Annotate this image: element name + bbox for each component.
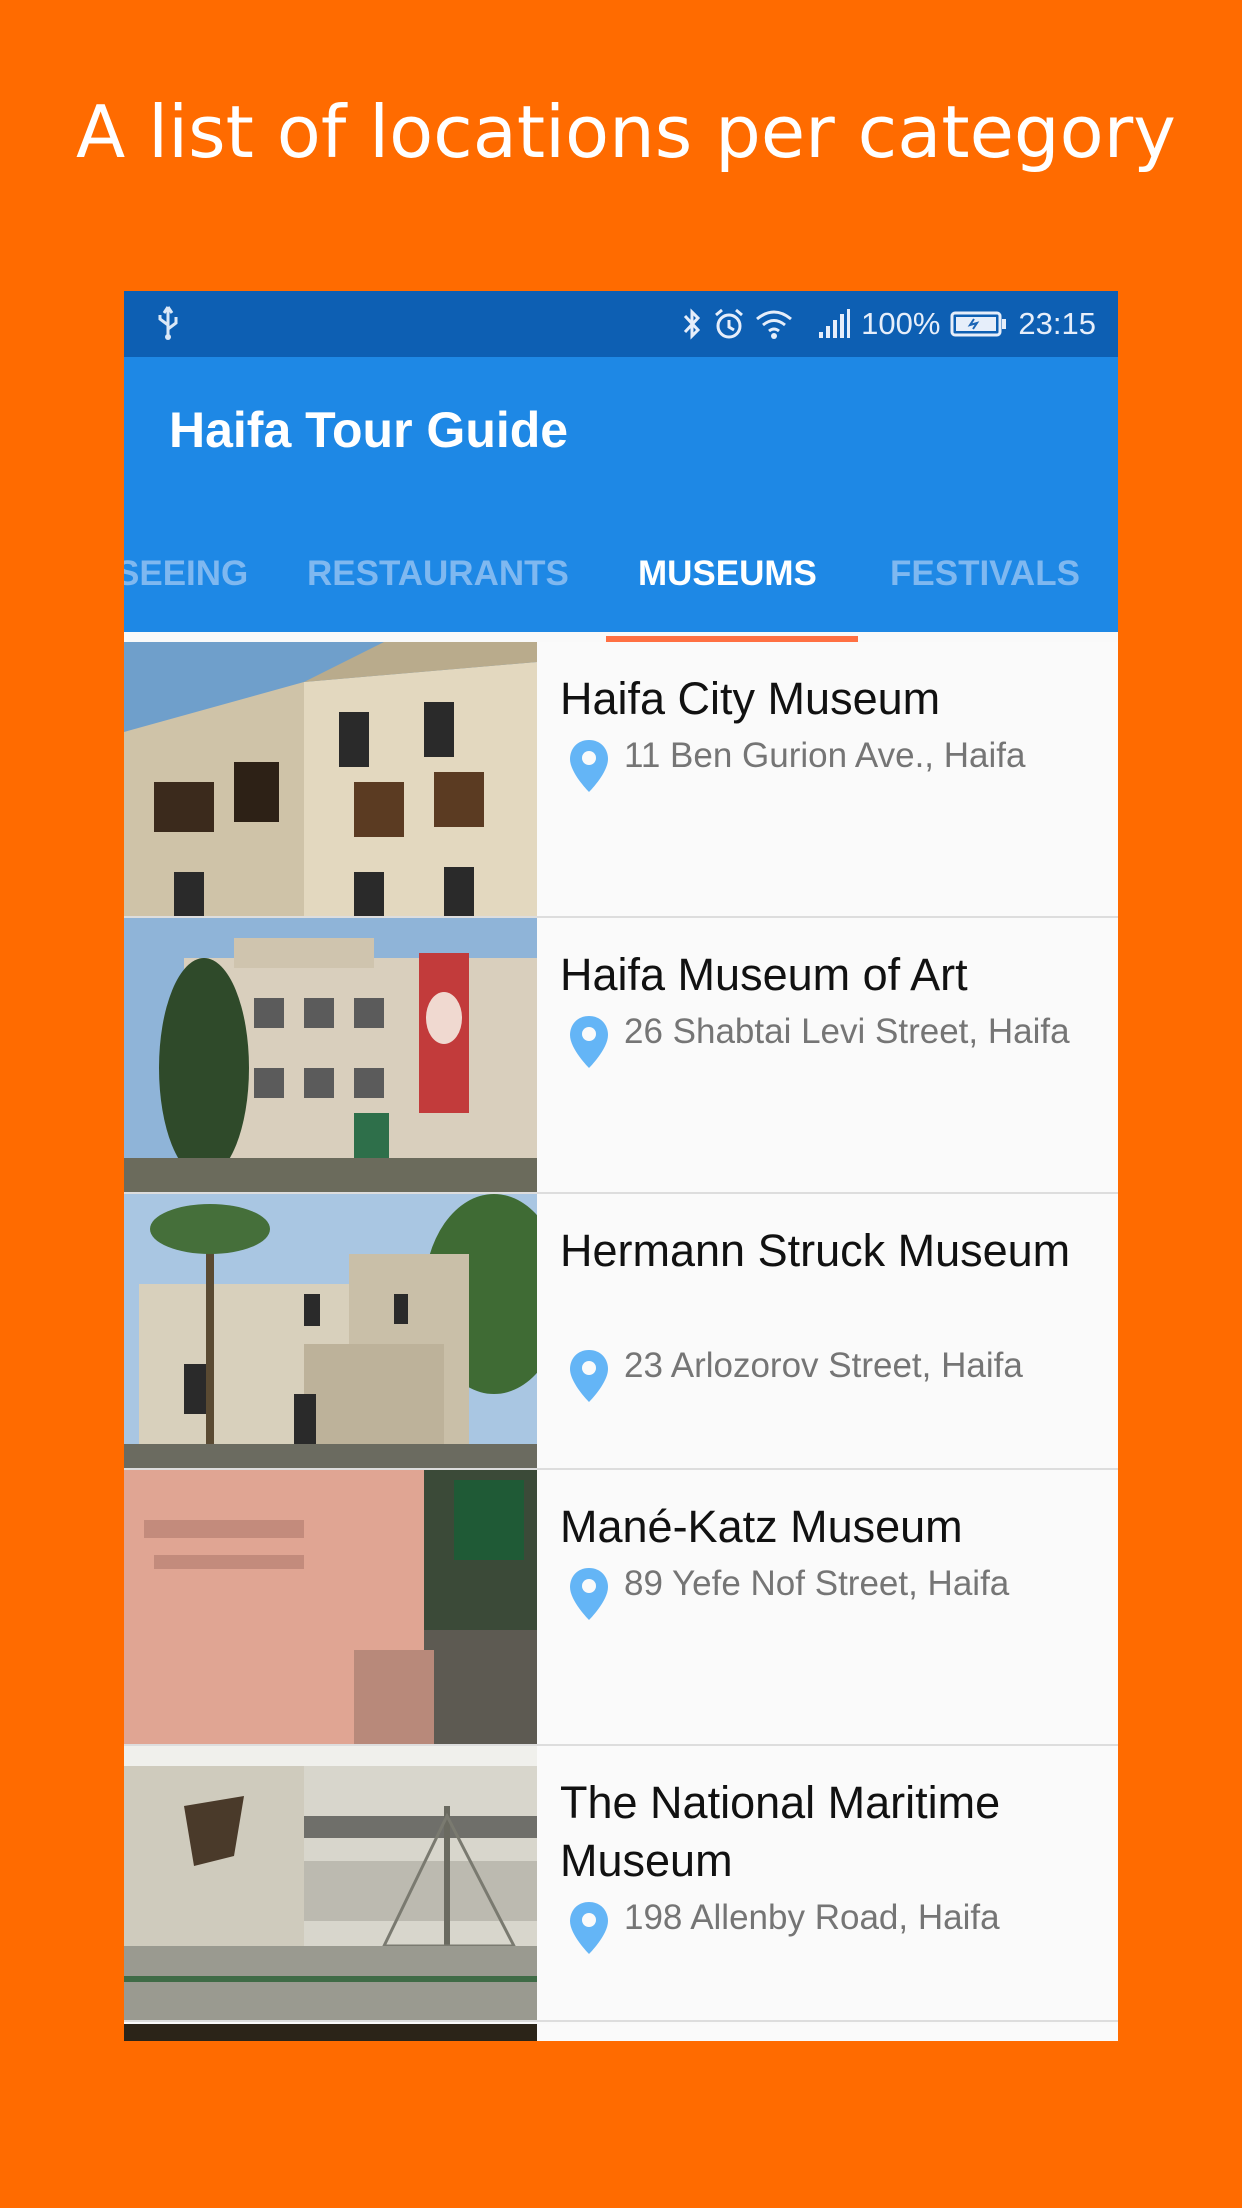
location-address: 198 Allenby Road, Haifa: [568, 1896, 1088, 1956]
phone-screen: 100% 23:15 Haifa Tour Guide SEEING RESTA…: [124, 291, 1118, 2041]
location-photo: [124, 1194, 537, 1468]
location-pin-icon: [568, 1900, 610, 1956]
wifi-icon: [755, 308, 793, 340]
status-bar: 100% 23:15: [124, 291, 1118, 357]
promo-title: A list of locations per category: [76, 90, 1176, 174]
signal-icon: [817, 308, 851, 340]
list-item[interactable]: Haifa Museum of Art 26 Shabtai Levi Stre…: [124, 918, 1118, 1194]
tab-museums[interactable]: MUSEUMS: [638, 519, 817, 632]
location-address: 89 Yefe Nof Street, Haifa: [568, 1562, 1088, 1622]
list-item[interactable]: The National Maritime Museum 198 Allenby…: [124, 1746, 1118, 2022]
tab-restaurants[interactable]: RESTAURANTS: [307, 519, 569, 632]
address-text: 11 Ben Gurion Ave., Haifa: [624, 736, 1026, 775]
location-photo: [124, 1746, 537, 2020]
battery-icon: [950, 310, 1008, 338]
location-pin-icon: [568, 1566, 610, 1622]
location-list[interactable]: Haifa City Museum 11 Ben Gurion Ave., Ha…: [124, 642, 1118, 2022]
list-item[interactable]: Mané-Katz Museum 89 Yefe Nof Street, Hai…: [124, 1470, 1118, 1746]
battery-percent: 100%: [861, 306, 941, 341]
location-pin-icon: [568, 1348, 610, 1404]
list-item-partial[interactable]: [124, 2024, 1118, 2041]
address-text: 89 Yefe Nof Street, Haifa: [624, 1564, 1010, 1603]
location-name: Hermann Struck Museum: [560, 1225, 1071, 1276]
address-text: 198 Allenby Road, Haifa: [624, 1898, 1000, 1937]
location-photo: [124, 642, 537, 916]
location-pin-icon: [568, 738, 610, 794]
alarm-icon: [713, 307, 745, 341]
location-name: Haifa Museum of Art: [560, 949, 968, 1000]
list-item[interactable]: Hermann Struck Museum 23 Arlozorov Stree…: [124, 1194, 1118, 1470]
location-photo: [124, 918, 537, 1192]
tab-sightseeing[interactable]: SEEING: [124, 519, 248, 632]
location-pin-icon: [568, 1014, 610, 1070]
location-name: The National Maritime Museum: [560, 1777, 1001, 1886]
list-item[interactable]: Haifa City Museum 11 Ben Gurion Ave., Ha…: [124, 642, 1118, 918]
location-address: 26 Shabtai Levi Street, Haifa: [568, 1010, 1088, 1070]
usb-icon: [154, 305, 182, 341]
category-tabs: SEEING RESTAURANTS MUSEUMS FESTIVALS: [124, 519, 1118, 632]
location-photo: [124, 2024, 537, 2041]
location-address: 11 Ben Gurion Ave., Haifa: [568, 734, 1088, 794]
address-text: 23 Arlozorov Street, Haifa: [624, 1346, 1023, 1385]
clock: 23:15: [1018, 306, 1096, 341]
location-photo: [124, 1470, 537, 1744]
location-address: 23 Arlozorov Street, Haifa: [568, 1344, 1088, 1404]
location-name: Haifa City Museum: [560, 673, 941, 724]
bluetooth-icon: [681, 307, 703, 341]
app-bar: Haifa Tour Guide: [124, 357, 1118, 519]
address-text: 26 Shabtai Levi Street, Haifa: [624, 1012, 1070, 1051]
tab-festivals[interactable]: FESTIVALS: [890, 519, 1080, 632]
location-name: Mané-Katz Museum: [560, 1501, 963, 1552]
app-title: Haifa Tour Guide: [169, 402, 569, 458]
